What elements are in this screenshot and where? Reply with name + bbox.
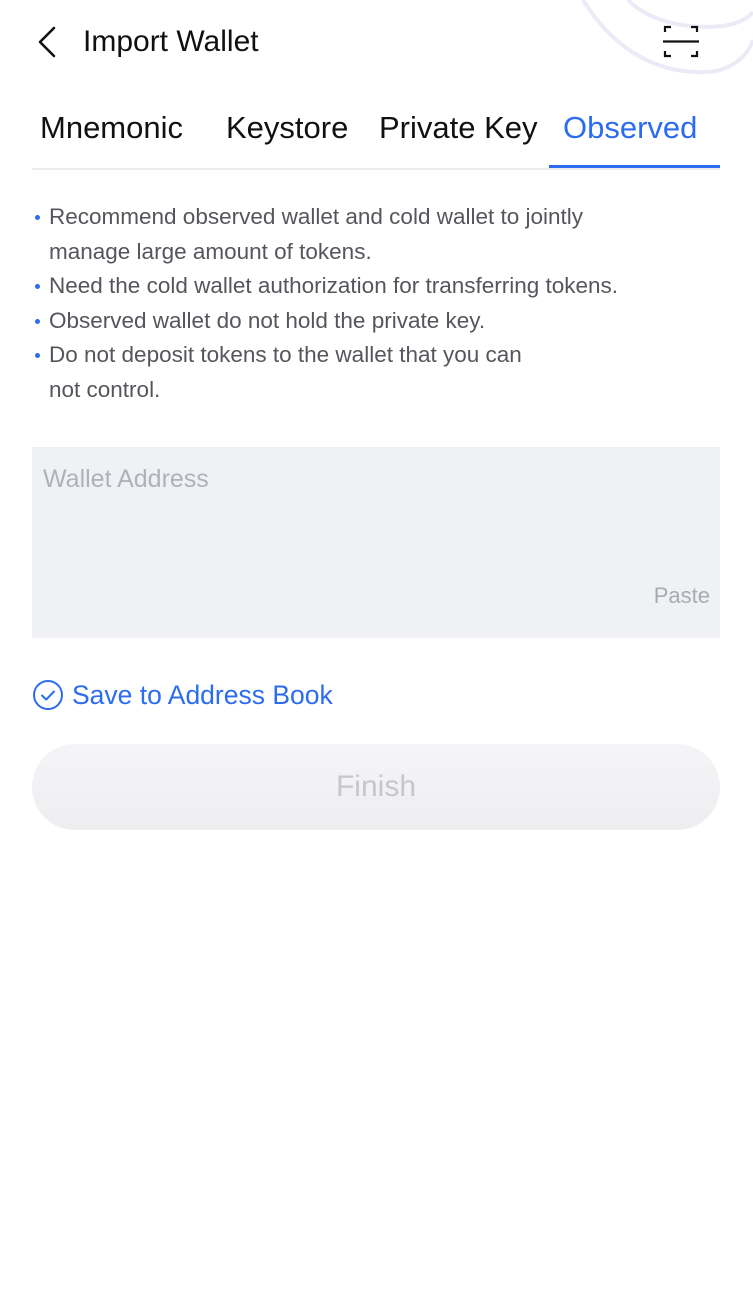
paste-button[interactable]: Paste	[654, 581, 710, 611]
import-method-tabs: Mnemonic Keystore Private Key Observed	[32, 98, 720, 170]
save-to-address-book-toggle[interactable]: Save to Address Book	[32, 677, 333, 713]
scan-icon	[663, 25, 699, 58]
chevron-left-icon	[38, 26, 56, 58]
page-title: Import Wallet	[83, 25, 259, 58]
tip-line: manage large amount of tokens.	[49, 238, 372, 264]
wallet-address-box: Paste	[32, 447, 720, 638]
tab-observed[interactable]: Observed	[563, 108, 697, 148]
finish-button[interactable]: Finish	[32, 744, 720, 830]
active-tab-indicator	[549, 165, 720, 168]
bullet-dot	[35, 318, 40, 324]
top-bar: Import Wallet	[0, 0, 753, 84]
tip-line: Do not deposit tokens to the wallet that…	[49, 342, 522, 367]
save-to-address-book-label: Save to Address Book	[72, 679, 333, 710]
check-circle-icon	[33, 680, 63, 710]
tip-item: Do not deposit tokens to the wallet that…	[32, 338, 722, 407]
tip-item: Observed wallet do not hold the private …	[32, 304, 722, 339]
tips-list: Recommend observed wallet and cold walle…	[32, 200, 722, 407]
bullet-dot	[35, 284, 40, 289]
bullet-dot	[35, 215, 40, 220]
tip-line: not control.	[49, 376, 161, 402]
tip-line: Recommend observed wallet and cold walle…	[49, 204, 584, 229]
tip-item: Need the cold wallet authorization for t…	[32, 269, 722, 304]
scan-button[interactable]	[660, 22, 702, 62]
tab-private-key[interactable]: Private Key	[379, 108, 538, 148]
wallet-address-input[interactable]	[32, 447, 720, 597]
bullet-dot	[35, 353, 40, 358]
tip-line: Need the cold wallet authorization for t…	[49, 273, 619, 298]
back-button[interactable]	[30, 22, 66, 62]
tab-keystore[interactable]: Keystore	[226, 108, 348, 148]
tab-mnemonic[interactable]: Mnemonic	[40, 108, 183, 148]
tip-item: Recommend observed wallet and cold walle…	[32, 200, 722, 269]
tip-line: Observed wallet do not hold the private …	[49, 307, 486, 333]
